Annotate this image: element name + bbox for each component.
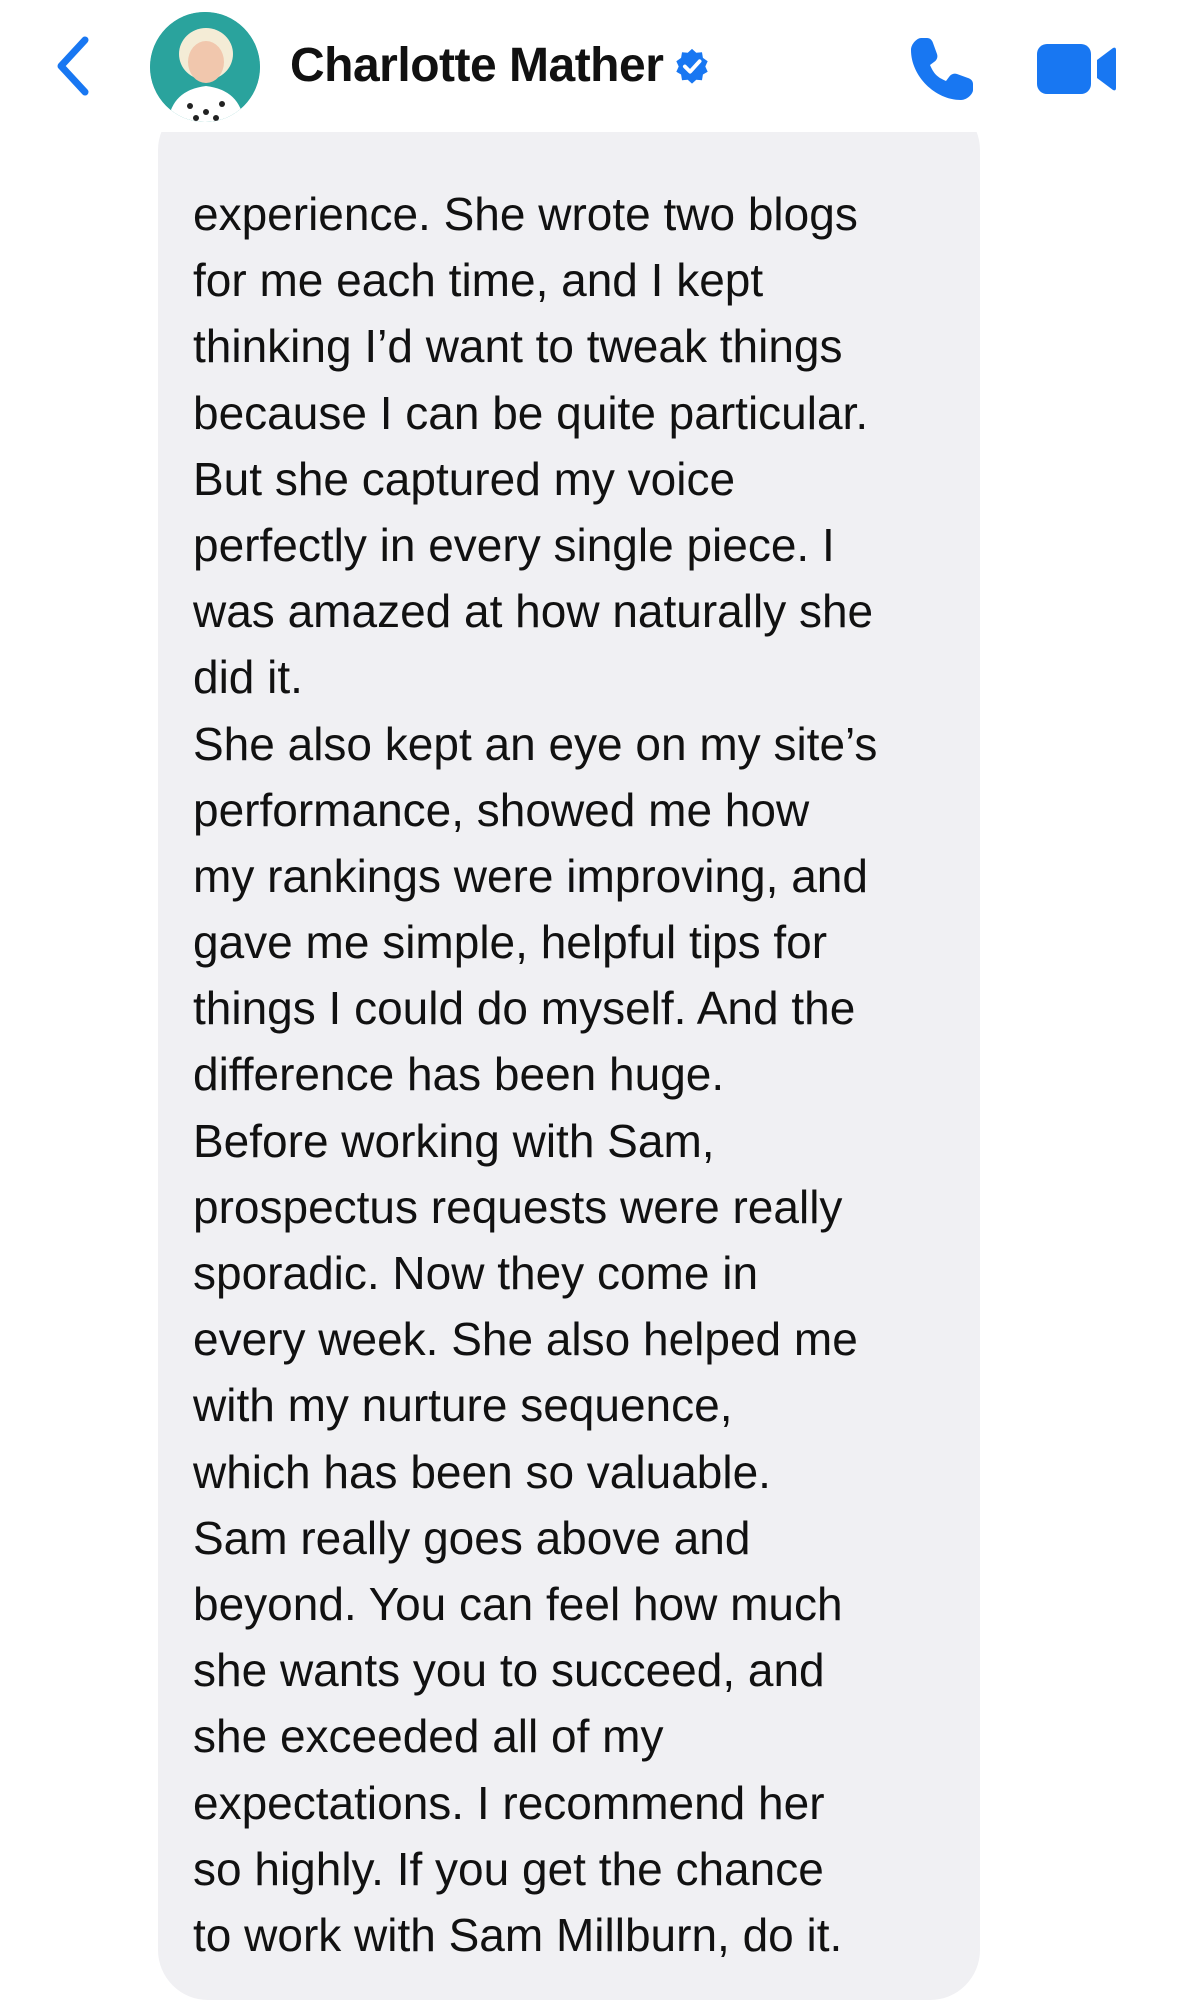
message-line: things I could do myself. And the (193, 982, 856, 1035)
phone-icon (911, 38, 973, 100)
message-line: for me each time, and I kept (193, 254, 764, 307)
message-line: was amazed at how naturally she (193, 585, 874, 638)
message-line: because I can be quite particular. (193, 386, 869, 439)
message-line: did it. (193, 651, 303, 704)
message-line: beyond. You can feel how much (193, 1577, 843, 1630)
contact-name-text: Charlotte Mather (290, 39, 664, 92)
message-line: Before working with Sam, (193, 1114, 715, 1167)
message-line: so highly. If you get the chance (193, 1842, 824, 1895)
conversation-header: Charlotte Mather (0, 0, 1179, 132)
call-button[interactable] (905, 32, 979, 106)
message-line: she exceeded all of my (193, 1710, 664, 1763)
chevron-left-icon (57, 36, 89, 96)
message-line: prospectus requests were really (193, 1180, 843, 1233)
message-line: she wants you to succeed, and (193, 1644, 825, 1697)
message-line: thinking I’d want to tweak things (193, 320, 843, 373)
video-call-button[interactable] (1035, 42, 1117, 96)
message-line: difference has been huge. (193, 1048, 725, 1101)
video-camera-icon (1037, 44, 1116, 94)
message-line: every week. She also helped me (193, 1313, 858, 1366)
back-button[interactable] (48, 30, 98, 102)
message-line: performance, showed me how (193, 783, 810, 836)
message-line: perfectly in every single piece. I (193, 518, 835, 571)
message-text: experience. She wrote two blogs for me e… (193, 60, 973, 1968)
message-line: But she captured my voice (193, 452, 736, 505)
contact-name[interactable]: Charlotte Mather (290, 38, 711, 93)
message-line: She also kept an eye on my site’s (193, 717, 878, 770)
message-line: with my nurture sequence, (193, 1379, 733, 1432)
verified-badge-icon (676, 48, 709, 84)
message-line: experience. She wrote two blogs (193, 188, 858, 240)
avatar[interactable] (150, 12, 260, 122)
message-line: to work with Sam Millburn, do it. (193, 1908, 843, 1961)
message-line: my rankings were improving, and (193, 849, 868, 902)
profile-photo (150, 12, 260, 122)
message-line: sporadic. Now they come in (193, 1247, 759, 1299)
message-line: gave me simple, helpful tips for (193, 916, 828, 969)
message-line: Sam really goes above and (193, 1511, 751, 1564)
message-line: which has been so valuable. (193, 1445, 771, 1498)
message-line: expectations. I recommend her (193, 1776, 825, 1829)
